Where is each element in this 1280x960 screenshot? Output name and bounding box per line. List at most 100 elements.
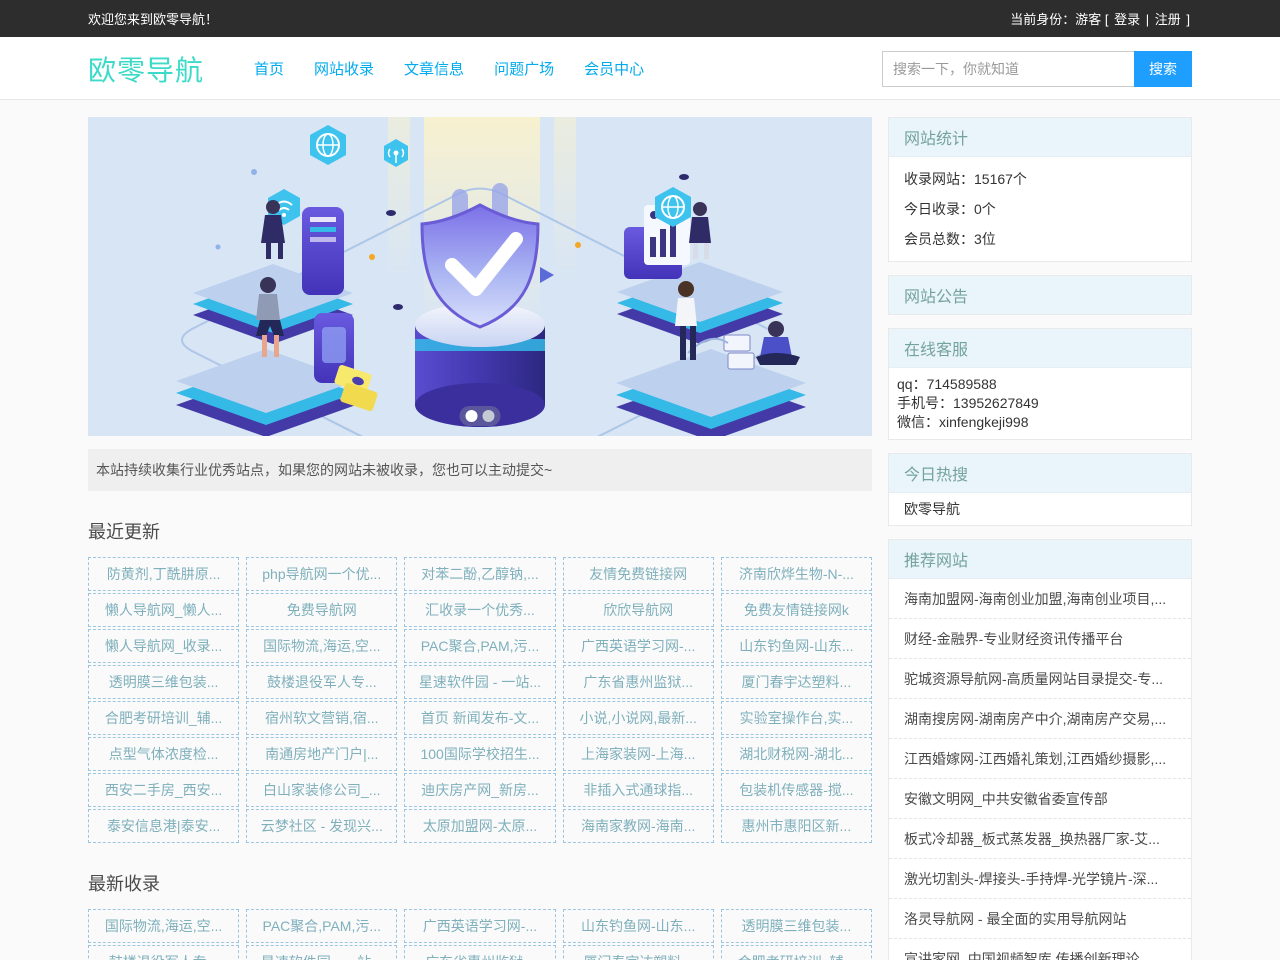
- site-link[interactable]: 免费友情链接网k: [721, 593, 872, 627]
- site-link[interactable]: 厦门春宇达塑料...: [721, 665, 872, 699]
- recommended-site-link[interactable]: 板式冷却器_板式蒸发器_换热器厂家-艾...: [889, 819, 1191, 859]
- nav-link[interactable]: 文章信息: [404, 58, 464, 79]
- stat-line: 会员总数：3位: [904, 224, 1176, 254]
- search-input[interactable]: [882, 51, 1134, 87]
- site-stats-body: 收录网站：15167个今日收录：0个会员总数：3位: [889, 157, 1191, 261]
- person-right-top: [689, 202, 711, 259]
- site-link[interactable]: 太原加盟网-太原...: [404, 809, 555, 843]
- recommended-site-link[interactable]: 海南加盟网-海南创业加盟,海南创业项目,...: [889, 579, 1191, 619]
- stat-line: 收录网站：15167个: [904, 164, 1176, 194]
- hot-search-item[interactable]: 欧零导航: [889, 493, 1191, 525]
- site-link[interactable]: 广东省惠州监狱...: [563, 665, 714, 699]
- site-link[interactable]: 免费导航网: [246, 593, 397, 627]
- section-title-latest-included: 最新收录: [88, 870, 872, 896]
- recommended-site-link[interactable]: 洛灵导航网 - 最全面的实用导航网站: [889, 899, 1191, 939]
- hero-carousel: [88, 117, 872, 436]
- site-link[interactable]: 宿州软文营销,宿...: [246, 701, 397, 735]
- recommended-site-link[interactable]: 宣讲家网_中国视频智库 传播创新理论: [889, 939, 1191, 960]
- globe-hexagon-icon: [310, 125, 346, 165]
- card-title-announcement: 网站公告: [889, 276, 1191, 314]
- site-link[interactable]: 懒人导航网_懒人...: [88, 593, 239, 627]
- site-link[interactable]: 云梦社区 - 发现兴...: [246, 809, 397, 843]
- site-link[interactable]: 白山家装修公司_...: [246, 773, 397, 807]
- stat-line: 今日收录：0个: [904, 194, 1176, 224]
- site-link[interactable]: 广东省惠州监狱...: [404, 945, 555, 960]
- site-link[interactable]: 透明膜三维包装...: [88, 665, 239, 699]
- nav-link[interactable]: 网站收录: [314, 58, 374, 79]
- site-link[interactable]: 小说,小说网,最新...: [563, 701, 714, 735]
- recommended-site-link[interactable]: 激光切割头-焊接头-手持焊-光学镜片-深...: [889, 859, 1191, 899]
- recommended-site-link[interactable]: 安徽文明网_中共安徽省委宣传部: [889, 779, 1191, 819]
- site-link[interactable]: 上海家装网-上海...: [563, 737, 714, 771]
- card-recommended-sites: 推荐网站 海南加盟网-海南创业加盟,海南创业项目,...财经-金融界-专业财经资…: [888, 539, 1192, 960]
- online-service-body: qq：714589588手机号：13952627849微信：xinfengkej…: [889, 368, 1191, 439]
- site-link[interactable]: 南通房地产门户|...: [246, 737, 397, 771]
- main-nav: 首页 网站收录 文章信息 问题广场 会员中心: [254, 58, 644, 79]
- site-link[interactable]: 国际物流,海运,空...: [246, 629, 397, 663]
- site-link[interactable]: 包装机传感器-搅...: [721, 773, 872, 807]
- site-link[interactable]: 惠州市惠阳区新...: [721, 809, 872, 843]
- site-link[interactable]: 星速软件园 - 一站...: [404, 665, 555, 699]
- site-link[interactable]: 济南欣烨生物-N-...: [721, 557, 872, 591]
- card-site-stats: 网站统计 收录网站：15167个今日收录：0个会员总数：3位: [888, 117, 1192, 262]
- nav-link[interactable]: 问题广场: [494, 58, 554, 79]
- card-title-recommended-sites: 推荐网站: [889, 540, 1191, 579]
- site-link[interactable]: php导航网一个优...: [246, 557, 397, 591]
- site-link[interactable]: 对苯二酚,乙醇钠,...: [404, 557, 555, 591]
- nav-link[interactable]: 会员中心: [584, 58, 644, 79]
- card-announcement: 网站公告: [888, 275, 1192, 315]
- site-link[interactable]: 国际物流,海运,空...: [88, 909, 239, 943]
- site-link[interactable]: 首页 新闻发布-文...: [404, 701, 555, 735]
- search-box: 搜索: [882, 51, 1192, 87]
- site-link[interactable]: 山东钓鱼网-山东...: [721, 629, 872, 663]
- site-link[interactable]: 欣欣导航网: [563, 593, 714, 627]
- nav-link[interactable]: 首页: [254, 58, 284, 79]
- site-link[interactable]: 友情免费链接网: [563, 557, 714, 591]
- register-link[interactable]: 注册: [1155, 12, 1181, 27]
- person-right-bottom-sitting: [756, 321, 800, 365]
- carousel-dot-2[interactable]: [483, 410, 495, 422]
- site-link[interactable]: PAC聚合,PAM,污...: [404, 629, 555, 663]
- recommended-site-link[interactable]: 湖南搜房网-湖南房产中介,湖南房产交易,...: [889, 699, 1191, 739]
- site-link[interactable]: 实验室操作台,实...: [721, 701, 872, 735]
- site-link[interactable]: 迪庆房产网_新房...: [404, 773, 555, 807]
- site-link[interactable]: 星速软件园 - 一站...: [246, 945, 397, 960]
- site-link[interactable]: 泰安信息港|泰安...: [88, 809, 239, 843]
- site-link[interactable]: 合肥考研培训_辅...: [721, 945, 872, 960]
- site-link[interactable]: 懒人导航网_收录...: [88, 629, 239, 663]
- carousel-dots: [460, 406, 501, 426]
- contact-line: 手机号：13952627849: [897, 394, 1183, 413]
- site-link[interactable]: 鼓楼退役军人专...: [246, 665, 397, 699]
- section-title-recent-updates: 最近更新: [88, 518, 872, 544]
- site-link[interactable]: 湖北财税网-湖北...: [721, 737, 872, 771]
- recommended-site-link[interactable]: 驼城资源导航网-高质量网站目录提交-专...: [889, 659, 1191, 699]
- card-title-site-stats: 网站统计: [889, 118, 1191, 157]
- recent-updates-grid: 防黄剂,丁酰肼原...php导航网一个优...对苯二酚,乙醇钠,...友情免费链…: [88, 557, 872, 843]
- site-logo[interactable]: 欧零导航: [88, 49, 204, 89]
- recommended-site-link[interactable]: 财经-金融界-专业财经资讯传播平台: [889, 619, 1191, 659]
- site-link[interactable]: 合肥考研培训_辅...: [88, 701, 239, 735]
- site-link[interactable]: 100国际学校招生...: [404, 737, 555, 771]
- site-link[interactable]: 广西英语学习网-...: [404, 909, 555, 943]
- site-link[interactable]: 透明膜三维包装...: [721, 909, 872, 943]
- site-link[interactable]: 非插入式通球指...: [563, 773, 714, 807]
- site-link[interactable]: 广西英语学习网-...: [563, 629, 714, 663]
- site-link[interactable]: 厦门春宇达塑料...: [563, 945, 714, 960]
- site-link[interactable]: 点型气体浓度检...: [88, 737, 239, 771]
- site-link[interactable]: 西安二手房_西安...: [88, 773, 239, 807]
- search-button[interactable]: 搜索: [1134, 51, 1192, 87]
- recommended-site-link[interactable]: 江西婚嫁网-江西婚礼策划,江西婚纱摄影,...: [889, 739, 1191, 779]
- hot-search-body: 欧零导航: [889, 493, 1191, 525]
- login-link[interactable]: 登录: [1114, 12, 1140, 27]
- site-link[interactable]: 汇收录一个优秀...: [404, 593, 555, 627]
- identity-separator: |: [1146, 12, 1149, 27]
- site-link[interactable]: PAC聚合,PAM,污...: [246, 909, 397, 943]
- site-link[interactable]: 海南家教网-海南...: [563, 809, 714, 843]
- site-link[interactable]: 防黄剂,丁酰肼原...: [88, 557, 239, 591]
- site-header: 欧零导航 首页 网站收录 文章信息 问题广场 会员中心 搜索: [0, 37, 1280, 100]
- carousel-dot-1[interactable]: [466, 410, 478, 422]
- submit-notice: 本站持续收集行业优秀站点，如果您的网站未被收录，您也可以主动提交~: [88, 449, 872, 491]
- card-title-hot-search: 今日热搜: [889, 454, 1191, 493]
- site-link[interactable]: 山东钓鱼网-山东...: [563, 909, 714, 943]
- site-link[interactable]: 鼓楼退役军人专...: [88, 945, 239, 960]
